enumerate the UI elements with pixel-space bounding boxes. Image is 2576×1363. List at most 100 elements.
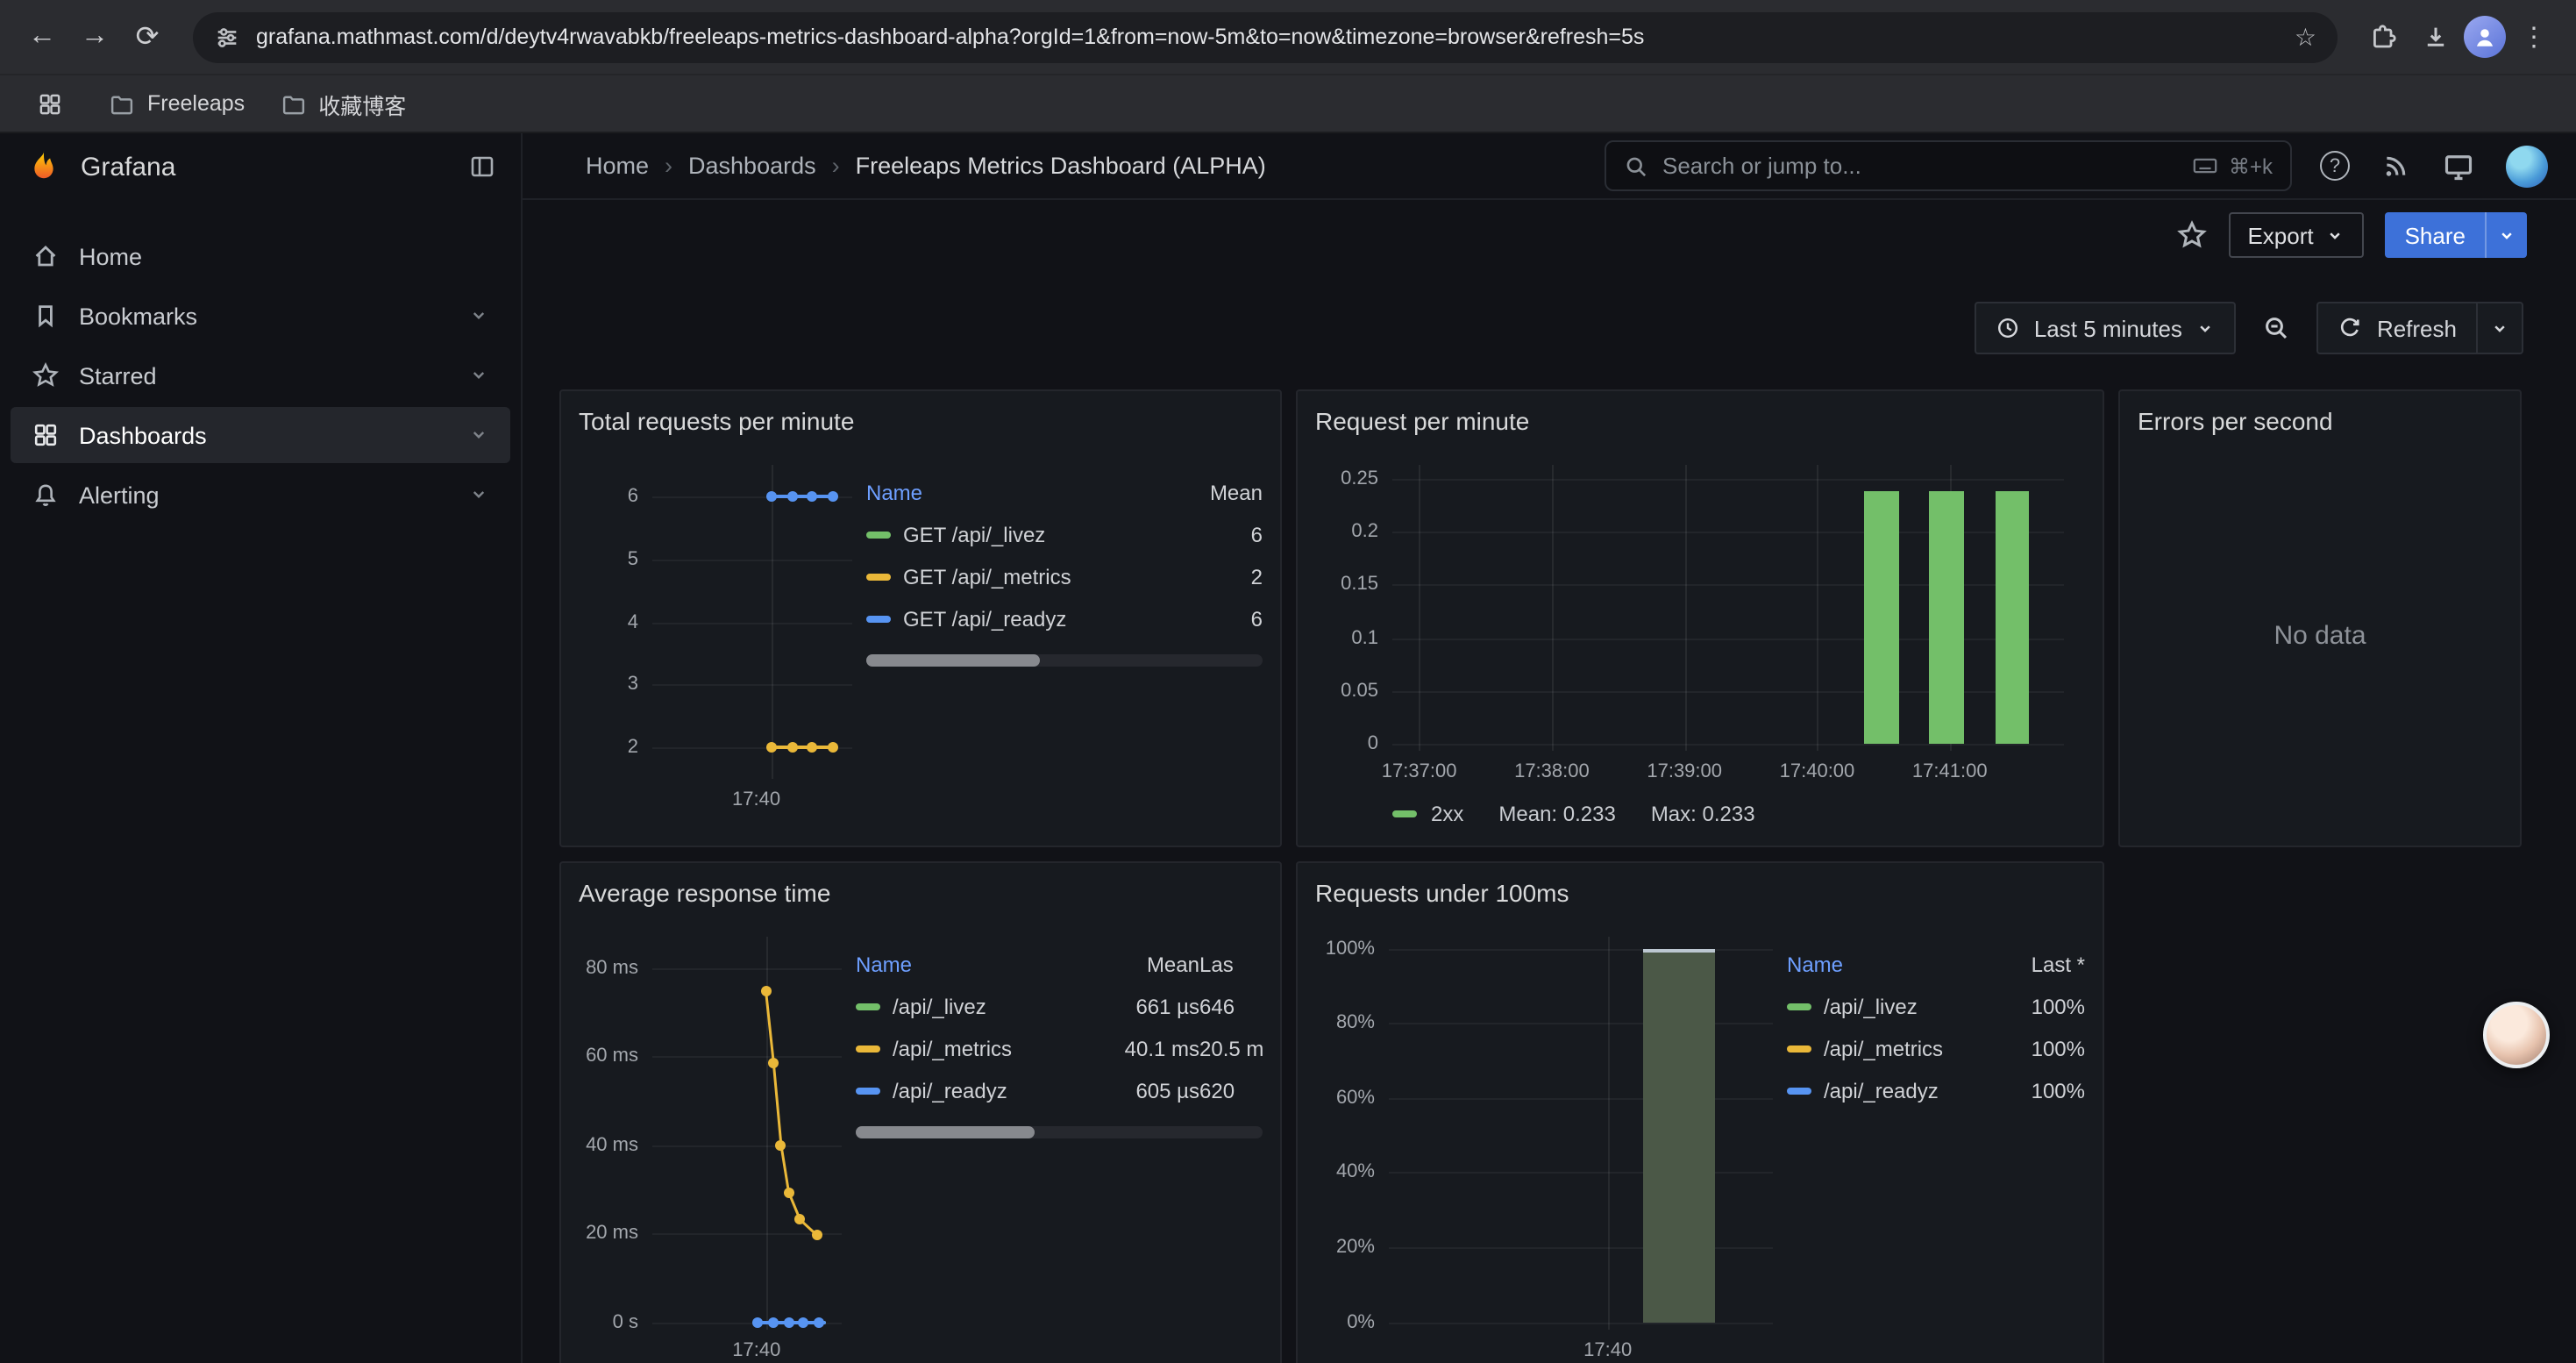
- legend-series-name[interactable]: /api/_readyz: [856, 1079, 1087, 1103]
- series-point: [827, 491, 837, 502]
- y-axis-label: 3: [628, 674, 638, 696]
- panel-title[interactable]: Requests under 100ms: [1315, 874, 2085, 912]
- export-button[interactable]: Export: [2228, 212, 2364, 258]
- help-icon[interactable]: ?: [2320, 151, 2350, 181]
- panel-total-requests: Total requests per minute 6543217:40 Nam…: [559, 389, 1282, 847]
- clock-icon: [1996, 316, 2020, 340]
- legend-column-header[interactable]: Las: [1199, 953, 1263, 977]
- sidebar-item-alerting[interactable]: Alerting: [11, 467, 510, 523]
- chevron-down-icon[interactable]: [468, 484, 489, 505]
- y-axis-label: 60 ms: [586, 1046, 638, 1067]
- chevron-down-icon[interactable]: [468, 425, 489, 446]
- share-button[interactable]: Share: [2386, 212, 2527, 258]
- series-point: [761, 987, 772, 997]
- bookmark-folder-blogs[interactable]: 收藏博客: [280, 87, 406, 120]
- refresh-interval-caret[interactable]: [2476, 303, 2522, 353]
- chevron-down-icon[interactable]: [468, 305, 489, 326]
- series-point: [807, 491, 817, 502]
- legend-header: NameMeanLas: [856, 944, 1263, 986]
- y-axis-label: 40 ms: [586, 1134, 638, 1155]
- url-text[interactable]: grafana.mathmast.com/d/deytv4rwavabkb/fr…: [256, 25, 2279, 49]
- legend-column-header[interactable]: Name: [1787, 953, 1987, 977]
- legend-column-header[interactable]: Name: [866, 481, 1164, 505]
- search-input[interactable]: Search or jump to... ⌘+k: [1605, 140, 2292, 191]
- y-axis-label: 4: [628, 611, 638, 632]
- scrollbar-thumb[interactable]: [856, 1126, 1035, 1138]
- panel-title[interactable]: Average response time: [579, 874, 1263, 912]
- y-axis-label: 6: [628, 486, 638, 507]
- site-info-icon[interactable]: [214, 24, 240, 50]
- legend-series-name[interactable]: /api/_readyz: [1787, 1079, 1987, 1103]
- sidebar-item-bookmarks[interactable]: Bookmarks: [11, 288, 510, 344]
- favorite-star-icon[interactable]: [2175, 219, 2207, 251]
- brand-name: Grafana: [81, 152, 175, 182]
- sidebar-item-dashboards[interactable]: Dashboards: [11, 407, 510, 463]
- panel-title[interactable]: Errors per second: [2138, 402, 2502, 440]
- legend-series-name[interactable]: /api/_livez: [1787, 995, 1987, 1019]
- refresh-icon: [2338, 316, 2363, 340]
- legend-scrollbar[interactable]: [866, 654, 1263, 667]
- legend-column-header[interactable]: Mean: [1087, 953, 1199, 977]
- legend-value: 620: [1199, 1079, 1263, 1103]
- y-axis-label: 2: [628, 737, 638, 758]
- share-menu-caret[interactable]: [2485, 212, 2527, 258]
- sidebar-item-home[interactable]: Home: [11, 228, 510, 284]
- legend-column-header[interactable]: Last *: [1987, 953, 2085, 977]
- sidebar-toggle-icon[interactable]: [468, 153, 496, 181]
- time-series-chart[interactable]: 6543217:40: [652, 465, 852, 779]
- monitor-icon[interactable]: [2443, 150, 2474, 182]
- grafana-sidebar: Grafana Home Bookmarks Starred: [0, 133, 523, 1363]
- refresh-button[interactable]: Refresh: [2317, 302, 2523, 354]
- grafana-header: Home › Dashboards › Freeleaps Metrics Da…: [523, 133, 2576, 200]
- sidebar-item-label: Bookmarks: [79, 303, 197, 329]
- forward-button[interactable]: →: [70, 12, 119, 61]
- sidebar-item-starred[interactable]: Starred: [11, 347, 510, 403]
- legend-series-name[interactable]: 2xx: [1431, 802, 1463, 826]
- bookmark-folder-freeleaps[interactable]: Freeleaps: [109, 90, 245, 117]
- breadcrumb-home[interactable]: Home: [586, 153, 649, 179]
- chevron-down-icon[interactable]: [468, 365, 489, 386]
- series-color-swatch: [1787, 1003, 1811, 1010]
- news-rss-icon[interactable]: [2381, 151, 2411, 181]
- legend-series-name[interactable]: GET /api/_metrics: [866, 565, 1164, 589]
- legend-column-header[interactable]: Name: [856, 953, 1087, 977]
- scrollbar-thumb[interactable]: [866, 654, 1041, 667]
- zoom-out-button[interactable]: [2251, 302, 2303, 354]
- bookmark-label: Freeleaps: [147, 91, 245, 116]
- legend-scrollbar[interactable]: [856, 1126, 1263, 1138]
- legend-column-header[interactable]: Mean: [1164, 481, 1263, 505]
- bar-chart[interactable]: 0.250.20.150.10.05017:37:0017:38:0017:39…: [1392, 465, 2064, 751]
- legend-row: GET /api/_metrics2: [866, 556, 1263, 598]
- breadcrumb-dashboards[interactable]: Dashboards: [688, 153, 816, 179]
- apps-grid-icon[interactable]: [25, 79, 74, 128]
- assistant-avatar[interactable]: [2483, 1002, 2550, 1068]
- downloads-icon[interactable]: [2411, 12, 2460, 61]
- panel-title[interactable]: Request per minute: [1315, 402, 2085, 440]
- legend-series-name[interactable]: /api/_livez: [856, 995, 1087, 1019]
- bar: [1995, 490, 2029, 744]
- sidebar-nav: Home Bookmarks Starred Dashboards: [0, 228, 521, 523]
- legend-value: 605 µs: [1087, 1079, 1199, 1103]
- legend-series-name[interactable]: /api/_metrics: [1787, 1037, 1987, 1061]
- series-point: [767, 491, 778, 502]
- time-series-chart[interactable]: 80 ms60 ms40 ms20 ms0 s17:40: [652, 937, 842, 1330]
- user-avatar[interactable]: [2506, 145, 2548, 187]
- back-button[interactable]: ←: [18, 12, 67, 61]
- url-bar[interactable]: grafana.mathmast.com/d/deytv4rwavabkb/fr…: [193, 11, 2338, 62]
- series-point: [787, 742, 798, 753]
- time-range-picker[interactable]: Last 5 minutes: [1975, 302, 2237, 354]
- grafana-logo[interactable]: [25, 147, 63, 186]
- legend-series-name[interactable]: GET /api/_livez: [866, 523, 1164, 547]
- reload-button[interactable]: ⟳: [123, 12, 172, 61]
- profile-avatar[interactable]: [2464, 16, 2506, 58]
- bookmark-label: 收藏博客: [318, 87, 406, 120]
- legend-series-name[interactable]: /api/_metrics: [856, 1037, 1087, 1061]
- y-axis-label: 0.15: [1341, 574, 1378, 596]
- bookmark-star-icon[interactable]: ☆: [2295, 22, 2316, 52]
- bar-chart[interactable]: 100%80%60%40%20%0%17:40: [1389, 937, 1773, 1330]
- extensions-icon[interactable]: [2359, 12, 2408, 61]
- legend-series-name[interactable]: GET /api/_readyz: [866, 607, 1164, 632]
- browser-menu-icon[interactable]: ⋮: [2509, 12, 2558, 61]
- panel-title[interactable]: Total requests per minute: [579, 402, 1263, 440]
- gridline: [1389, 948, 1773, 950]
